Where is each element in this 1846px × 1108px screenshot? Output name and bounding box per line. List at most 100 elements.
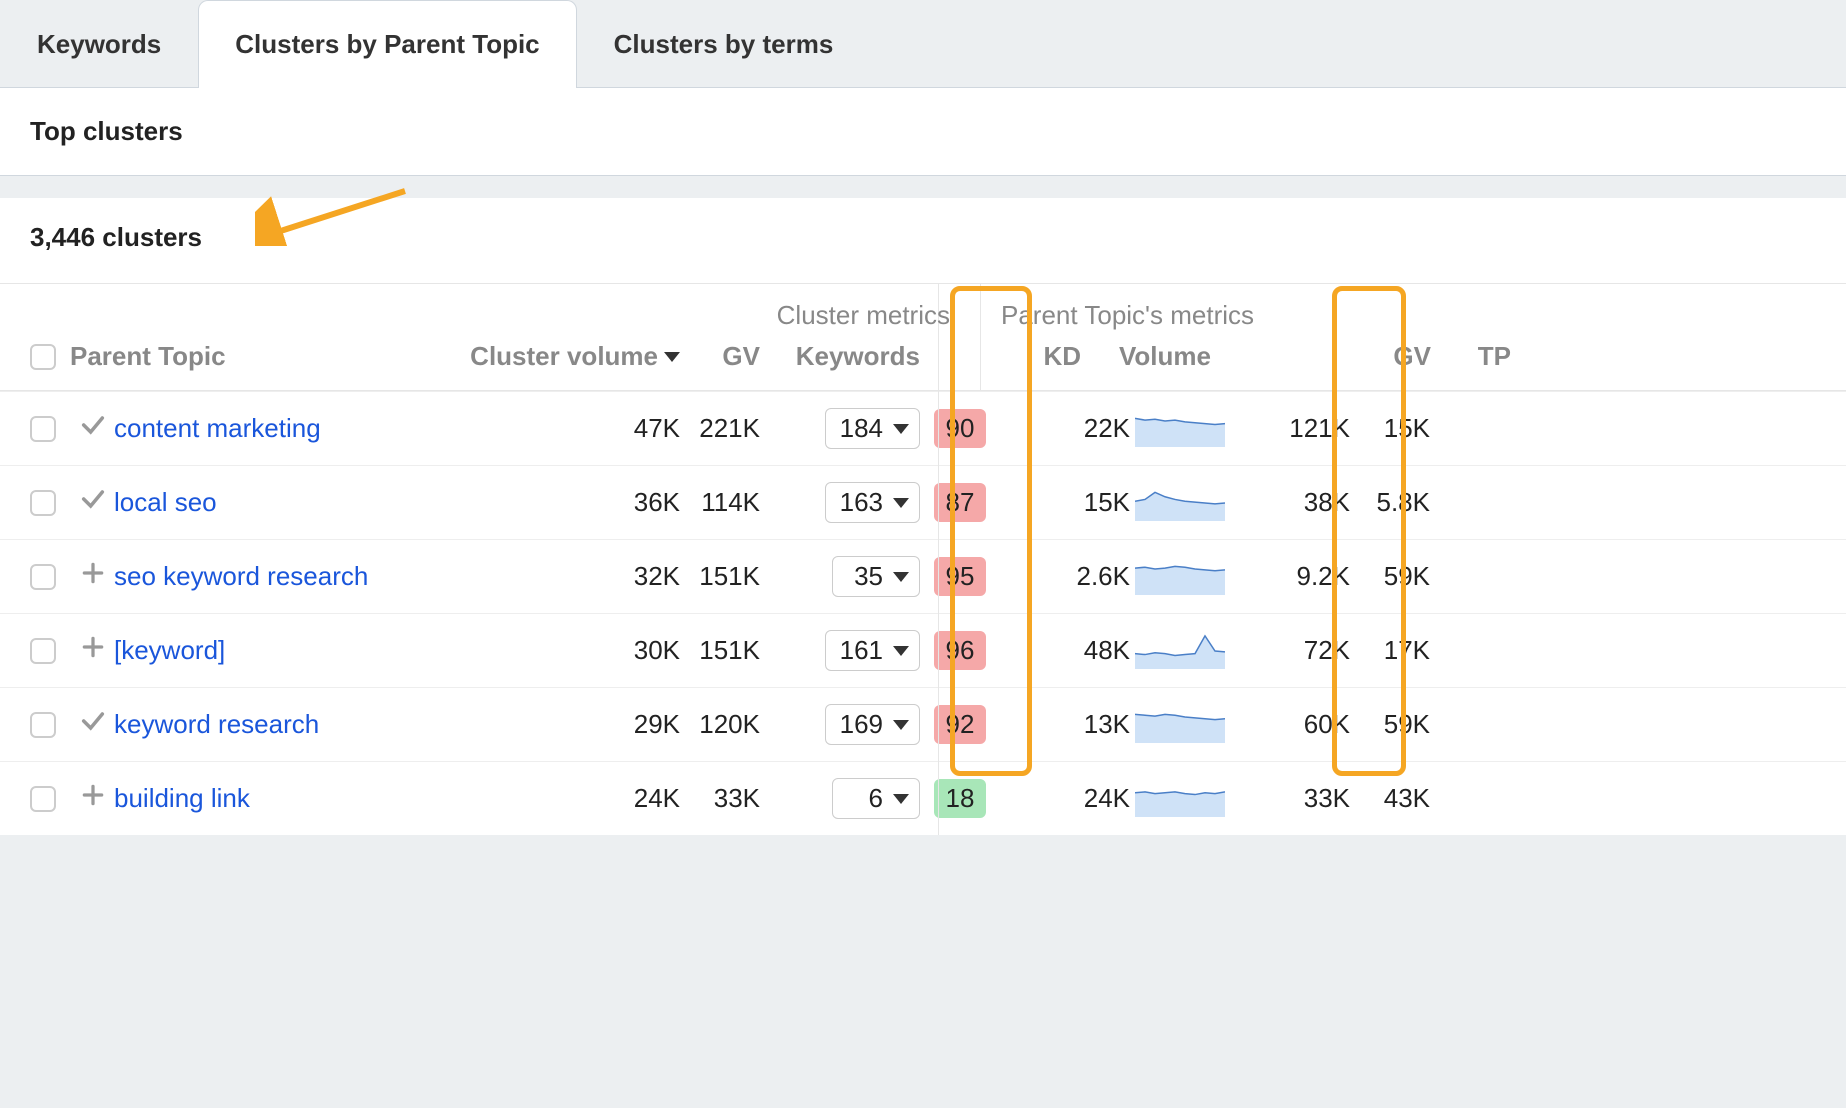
tabs-bar: Keywords Clusters by Parent Topic Cluste… (0, 0, 1846, 88)
col-gv-parent[interactable]: GV (1311, 341, 1431, 372)
volume-value: 13K (1000, 709, 1130, 740)
kd-badge: 92 (934, 705, 986, 744)
select-all-checkbox[interactable] (30, 344, 56, 370)
clusters-count-row: 3,446 clusters (0, 198, 1846, 283)
keywords-dropdown[interactable]: 163 (825, 482, 920, 523)
chevron-down-icon (893, 794, 909, 804)
row-checkbox[interactable] (30, 416, 56, 442)
trend-sparkline-icon (1135, 633, 1225, 669)
annotation-arrow-icon (255, 186, 415, 246)
parent-gv-value: 9.2K (1230, 561, 1350, 592)
table-row: [keyword] 30K151K 161 96 48K 72K17K (0, 613, 1846, 687)
trend-sparkline-icon (1135, 485, 1225, 521)
kd-badge: 87 (934, 483, 986, 522)
col-gv-cluster[interactable]: GV (680, 341, 760, 372)
chevron-down-icon (893, 720, 909, 730)
kd-badge: 96 (934, 631, 986, 670)
chevron-down-icon (893, 498, 909, 508)
row-checkbox[interactable] (30, 712, 56, 738)
kd-badge: 90 (934, 409, 986, 448)
col-tp[interactable]: TP (1431, 341, 1511, 372)
sort-desc-icon (664, 352, 680, 362)
cluster-gv-value: 151K (680, 561, 760, 592)
cluster-gv-value: 33K (680, 783, 760, 814)
parent-gv-value: 33K (1230, 783, 1350, 814)
row-checkbox[interactable] (30, 786, 56, 812)
topic-link[interactable]: building link (114, 783, 250, 813)
volume-value: 22K (1000, 413, 1130, 444)
section-title: Top clusters (0, 88, 1846, 176)
keywords-dropdown[interactable]: 184 (825, 408, 920, 449)
table-row: building link24K33K61824K33K43K (0, 761, 1846, 835)
cluster-volume-value: 32K (460, 561, 680, 592)
cluster-metrics-label: Cluster metrics (777, 300, 950, 330)
cluster-gv-value: 151K (680, 635, 760, 666)
check-icon[interactable] (79, 485, 107, 520)
parent-metrics-label: Parent Topic's metrics (1001, 300, 1254, 330)
volume-value: 2.6K (1000, 561, 1130, 592)
plus-icon[interactable] (80, 634, 106, 667)
keywords-dropdown[interactable]: 169 (825, 704, 920, 745)
row-checkbox[interactable] (30, 564, 56, 590)
kd-badge: 18 (934, 779, 986, 818)
group-headers: Cluster metrics Parent Topic Cluster vol… (0, 284, 1846, 391)
tab-clusters-terms[interactable]: Clusters by terms (577, 0, 871, 88)
cluster-volume-value: 36K (460, 487, 680, 518)
keywords-dropdown[interactable]: 6 (832, 778, 920, 819)
kd-badge: 95 (934, 557, 986, 596)
trend-sparkline-icon (1135, 559, 1225, 595)
check-icon[interactable] (79, 707, 107, 742)
parent-gv-value: 72K (1230, 635, 1350, 666)
topic-link[interactable]: seo keyword research (114, 561, 368, 591)
trend-sparkline-icon (1135, 411, 1225, 447)
tab-keywords[interactable]: Keywords (0, 0, 198, 88)
tp-value: 15K (1350, 413, 1430, 444)
check-icon[interactable] (79, 411, 107, 446)
cluster-volume-value: 30K (460, 635, 680, 666)
col-kd[interactable]: KD (1001, 341, 1081, 372)
table-row: content marketing 47K221K 184 90 22K 121K15K (0, 391, 1846, 465)
table-row: keyword research 29K120K 169 92 13K 60K59K (0, 687, 1846, 761)
plus-icon[interactable] (80, 782, 106, 815)
cluster-gv-value: 221K (680, 413, 760, 444)
parent-gv-value: 38K (1230, 487, 1350, 518)
volume-value: 48K (1000, 635, 1130, 666)
col-volume[interactable]: Volume (1081, 341, 1211, 372)
content-area: 3,446 clusters Cluster metrics Parent To… (0, 198, 1846, 835)
col-keywords[interactable]: Keywords (760, 341, 920, 372)
row-checkbox[interactable] (30, 490, 56, 516)
keywords-dropdown[interactable]: 161 (825, 630, 920, 671)
trend-sparkline-icon (1135, 781, 1225, 817)
tp-value: 59K (1350, 561, 1430, 592)
cluster-volume-value: 29K (460, 709, 680, 740)
tp-value: 17K (1350, 635, 1430, 666)
cluster-volume-value: 24K (460, 783, 680, 814)
chevron-down-icon (893, 646, 909, 656)
tab-clusters-parent[interactable]: Clusters by Parent Topic (198, 0, 576, 88)
keywords-dropdown[interactable]: 35 (832, 556, 920, 597)
tp-value: 43K (1350, 783, 1430, 814)
chevron-down-icon (893, 424, 909, 434)
col-cluster-volume[interactable]: Cluster volume (470, 341, 658, 372)
table-row: seo keyword research 32K151K 35 95 2.6K 9.2K5… (0, 539, 1846, 613)
topic-link[interactable]: content marketing (114, 413, 321, 443)
parent-gv-value: 121K (1230, 413, 1350, 444)
topic-link[interactable]: keyword research (114, 709, 319, 739)
topic-link[interactable]: local seo (114, 487, 217, 517)
volume-value: 24K (1000, 783, 1130, 814)
cluster-gv-value: 114K (680, 487, 760, 518)
tp-value: 5.8K (1350, 487, 1430, 518)
volume-value: 15K (1000, 487, 1130, 518)
topic-link[interactable]: [keyword] (114, 635, 225, 665)
parent-gv-value: 60K (1230, 709, 1350, 740)
plus-icon[interactable] (80, 560, 106, 593)
row-checkbox[interactable] (30, 638, 56, 664)
clusters-count: 3,446 clusters (30, 222, 202, 252)
table-row: local seo 36K114K 163 87 15K 38K5.8K (0, 465, 1846, 539)
cluster-volume-value: 47K (460, 413, 680, 444)
col-parent-topic[interactable]: Parent Topic (70, 341, 226, 372)
cluster-gv-value: 120K (680, 709, 760, 740)
clusters-table: Cluster metrics Parent Topic Cluster vol… (0, 283, 1846, 835)
tp-value: 59K (1350, 709, 1430, 740)
trend-sparkline-icon (1135, 707, 1225, 743)
